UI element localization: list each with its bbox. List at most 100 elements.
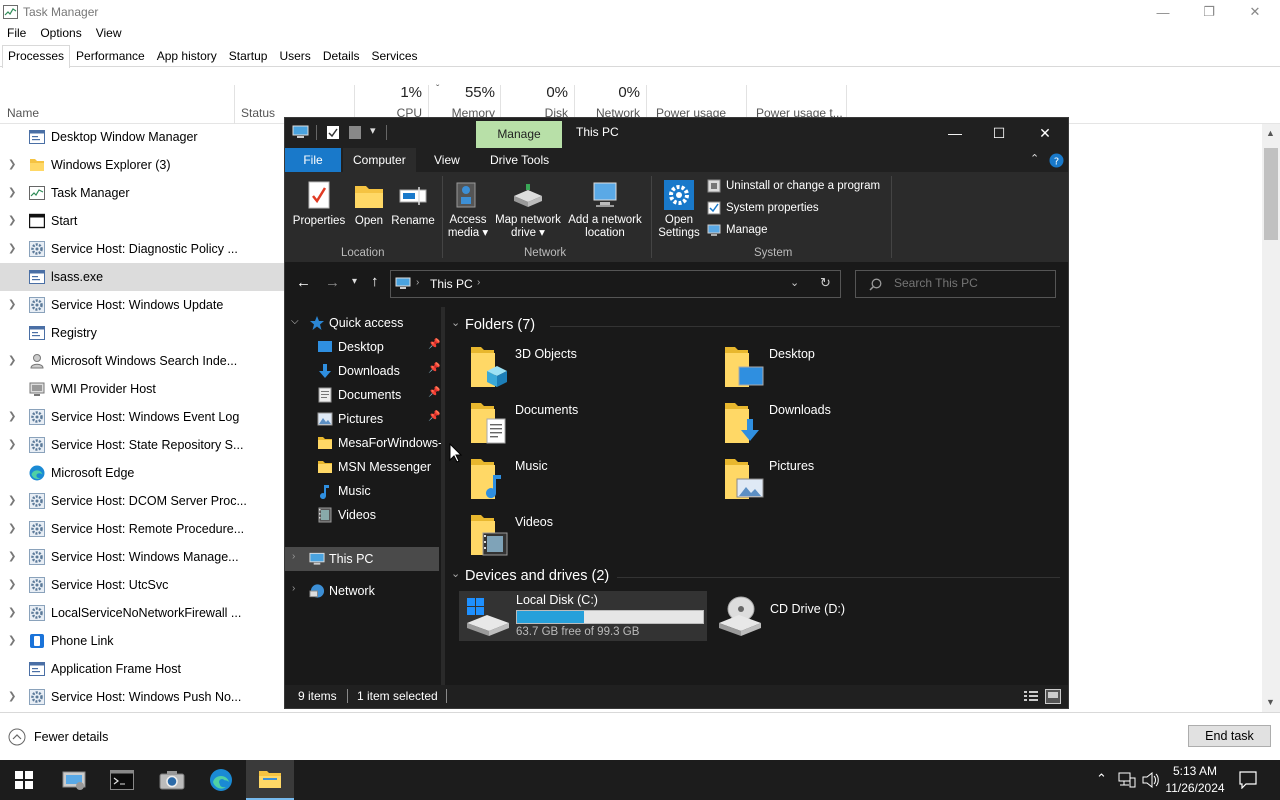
customize-toolbar-icon[interactable]: ▾ <box>370 124 376 137</box>
drives-group-header[interactable]: Devices and drives (2) <box>465 568 609 584</box>
restore-button[interactable]: ❐ <box>1186 0 1232 24</box>
nav-item-msn-messenger[interactable]: MSN Messenger <box>285 455 441 479</box>
drive-c-tile[interactable]: Local Disk (C:) 63.7 GB free of 99.3 GB <box>459 591 707 641</box>
process-row[interactable]: ❯ Windows Explorer (3) <box>0 151 290 179</box>
nav-network[interactable]: › Network <box>285 579 441 603</box>
tab-computer[interactable]: Computer <box>343 148 416 172</box>
column-name[interactable]: Name <box>7 106 39 120</box>
tab-details[interactable]: Details <box>317 45 366 67</box>
tab-services[interactable]: Services <box>366 45 424 67</box>
rename-button[interactable]: Rename <box>389 176 437 228</box>
scroll-down-icon[interactable]: ▼ <box>1266 697 1275 707</box>
folder-item[interactable]: Downloads <box>721 399 961 449</box>
tab-app-history[interactable]: App history <box>151 45 223 67</box>
process-row[interactable]: Desktop Window Manager <box>0 123 290 151</box>
taskbar-app-terminal[interactable] <box>98 760 146 800</box>
folder-item[interactable]: Documents <box>467 399 707 449</box>
fewer-details-button[interactable]: Fewer details <box>8 728 108 746</box>
process-row[interactable]: Registry <box>0 319 290 347</box>
start-button[interactable] <box>0 760 48 800</box>
process-row[interactable]: ❯ Service Host: Windows Update <box>0 291 290 319</box>
network-status-icon[interactable] <box>1118 772 1136 788</box>
process-row[interactable]: ❯ Phone Link <box>0 627 290 655</box>
tab-view[interactable]: View <box>424 148 470 172</box>
menu-options[interactable]: Options <box>33 24 88 44</box>
nav-this-pc[interactable]: › This PC <box>285 547 439 571</box>
address-history-chevron-icon[interactable]: ⌄ <box>790 276 799 289</box>
process-row[interactable]: Microsoft Edge <box>0 459 290 487</box>
expand-chevron-icon[interactable]: ❯ <box>8 523 16 534</box>
large-icons-view-icon[interactable] <box>1045 689 1061 704</box>
process-row[interactable]: ❯ Service Host: Windows Event Log <box>0 403 290 431</box>
process-row[interactable]: ❯ Service Host: Remote Procedure... <box>0 515 290 543</box>
expand-chevron-icon[interactable]: ❯ <box>8 551 16 562</box>
process-row[interactable]: WMI Provider Host <box>0 375 290 403</box>
folder-item[interactable]: Pictures <box>721 455 961 505</box>
chevron-right-icon[interactable]: › <box>292 583 295 594</box>
tab-startup[interactable]: Startup <box>223 45 274 67</box>
notifications-icon[interactable] <box>1239 771 1257 789</box>
folder-item[interactable]: Videos <box>467 511 707 561</box>
nav-item-downloads[interactable]: Downloads 📌 <box>285 359 441 383</box>
tab-performance[interactable]: Performance <box>70 45 151 67</box>
explorer-maximize-button[interactable]: ☐ <box>976 118 1022 148</box>
expand-chevron-icon[interactable]: ❯ <box>8 159 16 170</box>
chevron-right-icon[interactable]: › <box>292 551 295 562</box>
tab-file[interactable]: File <box>285 148 341 172</box>
process-row[interactable]: ❯ LocalServiceNoNetworkFirewall ... <box>0 599 290 627</box>
folder-item[interactable]: 3D Objects <box>467 343 707 393</box>
taskbar-app-control-panel[interactable] <box>50 760 98 800</box>
manage-contextual-tab[interactable]: Manage <box>476 121 562 148</box>
refresh-icon[interactable]: ↻ <box>820 275 831 291</box>
menu-view[interactable]: View <box>89 24 129 44</box>
process-row[interactable]: ❯ Microsoft Windows Search Inde... <box>0 347 290 375</box>
map-network-drive-button[interactable]: Map network drive ▾ <box>491 176 565 240</box>
nav-item-videos[interactable]: Videos <box>285 503 441 527</box>
nav-item-mesaforwindows-2[interactable]: MesaForWindows-2 <box>285 431 441 455</box>
back-arrow-icon[interactable]: ← <box>296 274 311 291</box>
search-input[interactable] <box>894 276 1044 290</box>
column-status[interactable]: Status <box>241 106 275 120</box>
end-task-button[interactable]: End task <box>1188 725 1271 747</box>
scroll-up-icon[interactable]: ▲ <box>1266 128 1275 138</box>
pin-icon[interactable]: 📌 <box>428 387 440 398</box>
folders-group-header[interactable]: Folders (7) <box>465 317 535 333</box>
process-row[interactable]: ❯ Service Host: Windows Manage... <box>0 543 290 571</box>
recent-locations-chevron-icon[interactable]: ▾ <box>352 276 357 287</box>
folder-item[interactable]: Music <box>467 455 707 505</box>
manage-button[interactable]: Manage <box>707 223 768 237</box>
details-view-icon[interactable] <box>1023 690 1039 703</box>
tab-users[interactable]: Users <box>273 45 316 67</box>
breadcrumb-chevron-icon[interactable]: › <box>477 277 480 288</box>
process-row[interactable]: ❯ Service Host: DCOM Server Proc... <box>0 487 290 515</box>
help-icon[interactable]: ? <box>1049 153 1064 168</box>
expand-chevron-icon[interactable]: ❯ <box>8 299 16 310</box>
properties-button[interactable]: Properties <box>291 176 347 228</box>
taskbar-app-edge[interactable] <box>197 760 245 800</box>
taskbar-app-camera[interactable] <box>148 760 196 800</box>
quick-properties-icon[interactable] <box>326 125 340 140</box>
process-row[interactable]: ❯ Service Host: UtcSvc <box>0 571 290 599</box>
close-button[interactable]: ✕ <box>1232 0 1278 24</box>
up-arrow-icon[interactable]: ↑ <box>371 273 379 290</box>
open-button[interactable]: Open <box>349 176 389 228</box>
minimize-button[interactable]: — <box>1140 0 1186 24</box>
expand-chevron-icon[interactable]: ❯ <box>8 355 16 366</box>
process-row[interactable]: lsass.exe <box>0 263 290 291</box>
nav-item-documents[interactable]: Documents 📌 <box>285 383 441 407</box>
group-collapse-chevron-icon[interactable]: ⌄ <box>451 316 460 329</box>
address-bar[interactable]: › This PC › ⌄ ↻ <box>390 270 841 298</box>
taskbar-app-file-explorer[interactable] <box>246 760 294 800</box>
add-network-location-button[interactable]: Add a network location <box>565 176 645 240</box>
nav-item-pictures[interactable]: Pictures 📌 <box>285 407 441 431</box>
expand-chevron-icon[interactable]: ❯ <box>8 635 16 646</box>
show-hidden-icons-chevron-icon[interactable]: ⌃ <box>1096 771 1107 787</box>
nav-item-desktop[interactable]: Desktop 📌 <box>285 335 441 359</box>
pin-icon[interactable]: 📌 <box>428 363 440 374</box>
expand-chevron-icon[interactable]: ❯ <box>8 187 16 198</box>
process-list-scrollbar[interactable]: ▲ ▼ <box>1262 124 1280 712</box>
process-row[interactable]: ❯ Start <box>0 207 290 235</box>
expand-chevron-icon[interactable]: ❯ <box>8 439 16 450</box>
pin-icon[interactable]: 📌 <box>428 411 440 422</box>
tab-drive-tools[interactable]: Drive Tools <box>480 148 559 172</box>
